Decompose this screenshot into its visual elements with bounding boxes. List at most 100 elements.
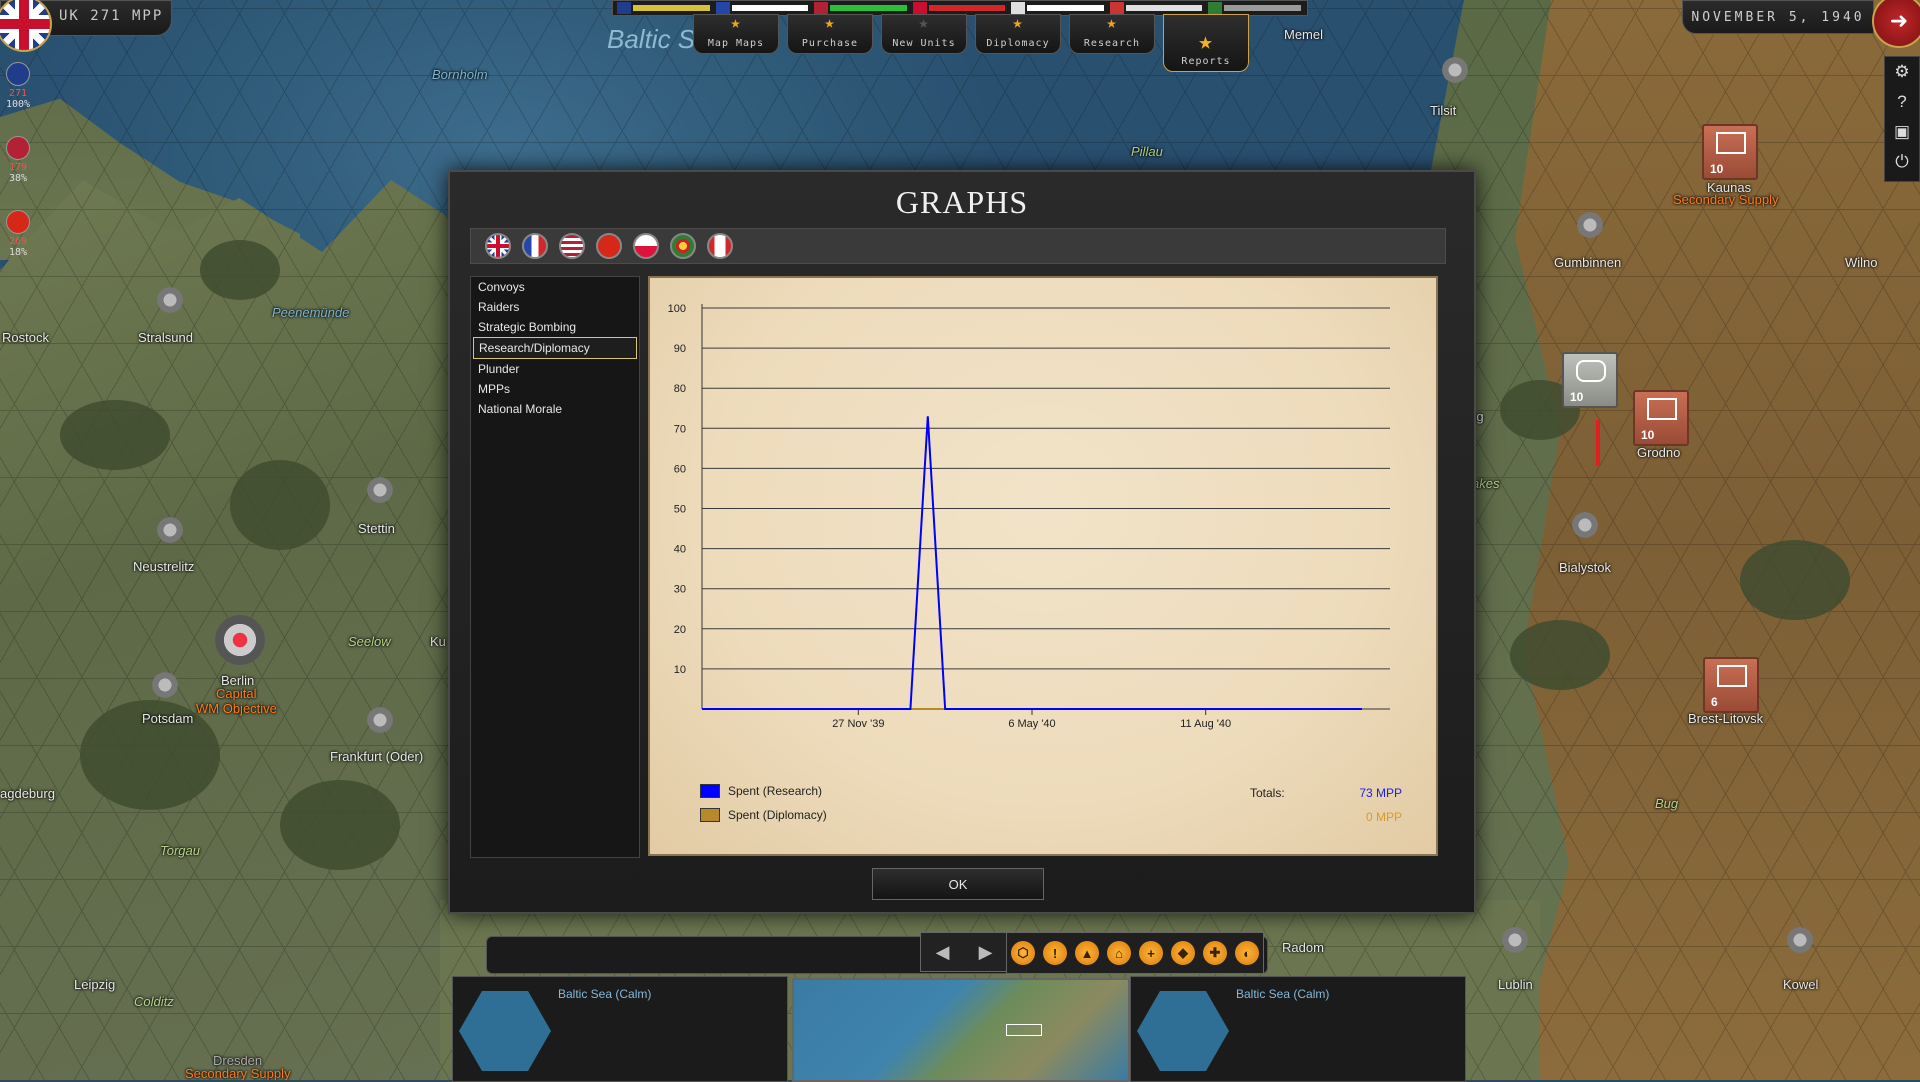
- hex-terrain-label: Baltic Sea (Calm): [1236, 987, 1330, 1001]
- city-label: Tilsit: [1430, 103, 1457, 118]
- hex-terrain-icon: [1137, 991, 1229, 1071]
- city-marker[interactable]: [150, 670, 180, 700]
- arrow-left-icon[interactable]: ◀: [936, 942, 950, 963]
- graphs-dialog: GRAPHS Convoys Raiders Strategic Bombing…: [448, 170, 1476, 914]
- canada-flag-icon[interactable]: [707, 233, 733, 259]
- menu-label: New Units: [892, 38, 956, 49]
- y-tick-label: 40: [674, 544, 686, 556]
- place-label: akes: [1472, 476, 1500, 491]
- city-label: Ku: [430, 634, 446, 649]
- city-marker[interactable]: [365, 475, 395, 505]
- diplomacy-button[interactable]: ★ Diplomacy: [975, 13, 1061, 54]
- city-label: Lublin: [1498, 977, 1533, 992]
- right-toolbar: ⚙ ? ▣ ⏻: [1884, 56, 1920, 182]
- usa-flag-icon[interactable]: [559, 233, 585, 259]
- city-label: Neustrelitz: [133, 559, 195, 574]
- menu-label: Diplomacy: [986, 38, 1050, 49]
- city-label: Kowel: [1783, 977, 1819, 992]
- capital-marker[interactable]: [215, 615, 265, 665]
- unit-selected[interactable]: 10: [1562, 352, 1618, 408]
- place-label: Bug: [1655, 796, 1679, 811]
- city-label: Wilno: [1845, 255, 1878, 270]
- poland-flag-icon[interactable]: [633, 233, 659, 259]
- unit-kaunas[interactable]: 10: [1702, 124, 1758, 180]
- city-marker[interactable]: [1575, 210, 1605, 240]
- city-marker[interactable]: [1785, 925, 1815, 955]
- y-tick-label: 90: [674, 343, 686, 355]
- research-button[interactable]: ★ Research: [1069, 13, 1155, 54]
- city-marker[interactable]: [155, 515, 185, 545]
- city-marker[interactable]: [155, 285, 185, 315]
- star-icon: ★: [1106, 13, 1118, 33]
- place-label: Torgau: [160, 843, 200, 858]
- graph-type-list: Convoys Raiders Strategic Bombing Resear…: [470, 276, 640, 858]
- y-tick-label: 60: [674, 463, 686, 475]
- unit-strength: 10: [1641, 428, 1655, 442]
- city-marker[interactable]: [1570, 510, 1600, 540]
- city-label: agdeburg: [0, 786, 55, 801]
- upgrade-order-icon[interactable]: ◆: [1171, 941, 1195, 965]
- disband-order-icon[interactable]: ◐: [1235, 941, 1259, 965]
- supply-label: Secondary Supply: [1673, 192, 1779, 207]
- china-flag-icon[interactable]: [596, 233, 622, 259]
- supply-order-icon[interactable]: ▲: [1075, 941, 1099, 965]
- menu-label: Map Maps: [707, 38, 765, 49]
- free-nation-flag-icon[interactable]: [670, 233, 696, 259]
- stat-value: 271: [8, 88, 28, 99]
- operate-order-icon[interactable]: ✚: [1203, 941, 1227, 965]
- stat-usa[interactable]: 179 38%: [0, 136, 36, 206]
- nav-item-research-diplomacy[interactable]: Research/Diplomacy: [473, 337, 637, 359]
- reports-button[interactable]: ★ Reports: [1163, 14, 1249, 72]
- stat-china[interactable]: 269 18%: [0, 210, 36, 280]
- nav-item-strategic-bombing[interactable]: Strategic Bombing: [473, 317, 637, 337]
- mpp-label: UK 271 MPP: [59, 8, 164, 24]
- city-label: Leipzig: [74, 977, 116, 992]
- unit-strength: 10: [1570, 390, 1584, 404]
- hex-order-icon[interactable]: ⬡: [1011, 941, 1035, 965]
- stat-uk[interactable]: 271 100%: [0, 62, 36, 132]
- nav-item-national-morale[interactable]: National Morale: [473, 399, 637, 419]
- forest: [200, 240, 280, 300]
- minimap-viewport[interactable]: [1006, 1024, 1042, 1036]
- date-label: NOVEMBER 5, 1940: [1691, 9, 1865, 25]
- stat-value: 269: [8, 236, 28, 247]
- minimap[interactable]: [792, 978, 1130, 1082]
- hex-info-left: Baltic Sea (Calm): [452, 976, 788, 1082]
- unit-strength: 6: [1711, 695, 1718, 709]
- power-icon[interactable]: ⏻: [1885, 147, 1919, 177]
- uk-flag-icon[interactable]: [0, 0, 52, 52]
- city-marker[interactable]: [365, 705, 395, 735]
- y-tick-label: 30: [674, 584, 686, 596]
- fortify-order-icon[interactable]: ⌂: [1107, 941, 1131, 965]
- nav-item-convoys[interactable]: Convoys: [473, 277, 637, 297]
- research-diplomacy-chart: 10 20 30 40 50 60 70 80 90 100 27 Nov '39 6 May '40…: [668, 303, 1390, 730]
- hex-info-right: Baltic Sea (Calm): [1130, 976, 1466, 1082]
- place-label: Peenemünde: [272, 305, 350, 320]
- city-label: Grodno: [1637, 445, 1681, 460]
- city-marker[interactable]: [1500, 925, 1530, 955]
- help-icon[interactable]: ?: [1885, 87, 1919, 117]
- reinforce-order-icon[interactable]: +: [1139, 941, 1163, 965]
- ok-button[interactable]: OK: [872, 868, 1044, 900]
- nav-item-mpps[interactable]: MPPs: [473, 379, 637, 399]
- purchase-button[interactable]: ★ Purchase: [787, 13, 873, 54]
- france-flag-icon[interactable]: [522, 233, 548, 259]
- legend-research: Spent (Research): [700, 784, 822, 798]
- arrow-right-icon[interactable]: ▶: [979, 942, 993, 963]
- info-order-icon[interactable]: !: [1043, 941, 1067, 965]
- unit-grodno[interactable]: 10: [1633, 390, 1689, 446]
- nav-item-raiders[interactable]: Raiders: [473, 297, 637, 317]
- capital-sublabel: Capital: [216, 686, 257, 701]
- stat-percent: 18%: [8, 247, 28, 258]
- nav-item-plunder[interactable]: Plunder: [473, 359, 637, 379]
- menu-label: Research: [1083, 38, 1141, 49]
- totals-label: Totals:: [1250, 786, 1285, 800]
- new-units-button[interactable]: ★ New Units: [881, 13, 967, 54]
- map-maps-button[interactable]: ★ Map Maps: [693, 13, 779, 54]
- save-icon[interactable]: ▣: [1885, 117, 1919, 147]
- forest: [280, 780, 400, 870]
- uk-flag-icon[interactable]: [485, 233, 511, 259]
- unit-brest[interactable]: 6: [1703, 657, 1759, 713]
- city-marker[interactable]: [1440, 55, 1470, 85]
- gear-icon[interactable]: ⚙: [1885, 57, 1919, 87]
